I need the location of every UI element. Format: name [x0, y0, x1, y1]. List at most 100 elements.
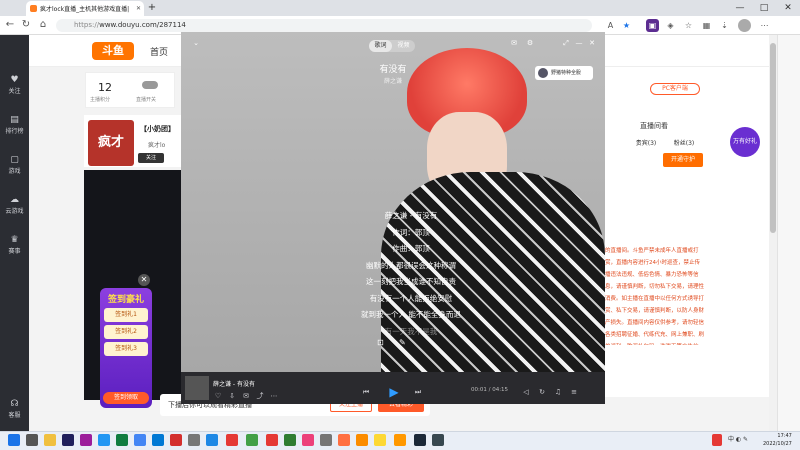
prev-track-button[interactable]: ⏮ [361, 386, 371, 398]
close-window-button[interactable]: ✕ [776, 0, 800, 16]
player-close-icon[interactable]: ✕ [587, 38, 597, 48]
tab-vip[interactable]: 贵宾(3) [632, 137, 660, 151]
excel-icon[interactable] [116, 434, 128, 446]
search-icon[interactable] [26, 434, 38, 446]
nav-home-link[interactable]: 首页 [150, 45, 168, 58]
start-icon[interactable] [8, 434, 20, 446]
collapse-chevron-icon[interactable]: ⌄ [191, 38, 201, 48]
maximize-button[interactable]: □ [752, 0, 776, 16]
mail-icon[interactable]: ✉ [509, 38, 519, 48]
app-icon[interactable] [394, 434, 406, 446]
fullscreen-icon[interactable]: ⤢ [561, 38, 571, 48]
page-scrollbar[interactable] [769, 35, 777, 431]
xbox-icon[interactable] [284, 434, 296, 446]
steam-icon[interactable] [414, 434, 426, 446]
douyu-logo[interactable]: 斗鱼 [92, 42, 134, 60]
share-icon[interactable]: ⊡ [377, 338, 384, 347]
download-song-icon[interactable]: ⇩ [227, 390, 237, 402]
tab-close-icon[interactable]: ✕ [136, 5, 141, 12]
signin-promo-banner[interactable]: 签到豪礼 签到礼1 签到礼2 签到礼3 签到领取 [100, 288, 152, 408]
playlist-icon[interactable]: ≡ [569, 386, 579, 398]
scrollbar-thumb[interactable] [770, 43, 776, 233]
rail-follow[interactable]: ♥ 关注 [0, 74, 29, 102]
play-button[interactable]: ▶ [387, 385, 401, 399]
app-icon[interactable] [206, 434, 218, 446]
translate-icon[interactable]: A [604, 19, 617, 32]
stream-switch-toggle[interactable] [142, 81, 158, 89]
back-arrow-icon[interactable]: ← [3, 18, 17, 32]
follow-text: 野猪特种全服 [551, 70, 582, 76]
sound-effect-icon[interactable]: ♫ [553, 386, 563, 398]
lyrics-video-toggle[interactable]: 歌词 视频 [369, 40, 415, 52]
lyric-line: 薛之谦 - 有没有 [384, 211, 438, 220]
extension-icon[interactable]: ▣ [646, 19, 659, 32]
file-explorer-icon[interactable] [44, 434, 56, 446]
toggle-lyrics[interactable]: 歌词 [369, 40, 392, 52]
tray-app-icon[interactable] [712, 434, 722, 446]
home-icon[interactable]: ⌂ [36, 18, 50, 32]
ad-badge[interactable]: 万有好礼 [730, 127, 760, 157]
rail-game[interactable]: ▢ 游戏 [0, 154, 29, 182]
download-icon[interactable]: ⇣ [718, 19, 731, 32]
album-cover[interactable] [185, 376, 209, 400]
bookmark-star-icon[interactable]: ★ [620, 19, 633, 32]
url-input[interactable]: https://www.douyu.com/287114 [56, 19, 592, 32]
tab-fans[interactable]: 粉丝(3) [670, 137, 698, 151]
chrome-icon[interactable] [134, 434, 146, 446]
streamer-stats-box: 12 主播积分 直播开关 [85, 72, 175, 108]
player-minimize-icon[interactable]: — [574, 38, 584, 48]
lyrics-panel: 薛之谦 - 有没有 作词：郭顶 作曲：郭顶 幽默的人都很误会这种称谓 这一刻把我… [341, 208, 481, 340]
toggle-video[interactable]: 视频 [392, 40, 415, 52]
refresh-icon[interactable]: ↻ [19, 18, 33, 32]
browser-tab[interactable]: 疯才lock直播_主机其他游戏直播| ✕ [26, 1, 144, 16]
app-icon[interactable] [302, 434, 314, 446]
profile-avatar[interactable] [738, 19, 751, 32]
pc-client-button[interactable]: PC客户端 [650, 83, 700, 95]
app-icon[interactable] [170, 434, 182, 446]
edge-icon[interactable] [152, 434, 164, 446]
minimize-button[interactable]: — [728, 0, 752, 16]
tray-icons[interactable]: 中 ◐ ✎ [728, 434, 758, 446]
rail-service[interactable]: ☊ 客服 [0, 398, 29, 426]
more-menu-icon[interactable]: ⋯ [758, 19, 771, 32]
app-icon[interactable] [432, 434, 444, 446]
settings-icon[interactable]: ⚙ [525, 38, 535, 48]
app-icon[interactable] [320, 434, 332, 446]
comment-icon[interactable]: ✉ [241, 390, 251, 402]
app-icon[interactable] [98, 434, 110, 446]
loop-icon[interactable]: ↻ [537, 386, 547, 398]
promo-close-icon[interactable]: ✕ [138, 274, 150, 286]
streamer-avatar[interactable]: 疯才 [88, 120, 134, 166]
next-track-button[interactable]: ⏭ [413, 386, 423, 398]
extension-puzzle-icon[interactable]: ◈ [664, 19, 677, 32]
follow-close-icon[interactable]: ✕ [579, 68, 589, 78]
follow-badge[interactable]: 关注 [138, 153, 164, 163]
app-icon[interactable] [266, 434, 278, 446]
app-icon[interactable] [188, 434, 200, 446]
promo-title: 签到豪礼 [107, 295, 144, 305]
open-guard-button[interactable]: 开通守护 [663, 153, 703, 167]
edit-icon[interactable]: ✎ [399, 338, 406, 347]
promo-row: 签到礼2 [104, 325, 148, 339]
rank-tab[interactable]: 直播间看 [640, 121, 668, 131]
app-icon[interactable] [338, 434, 350, 446]
premiere-icon[interactable] [80, 434, 92, 446]
share-song-icon[interactable]: ⤴ [255, 390, 265, 402]
collections-icon[interactable]: ▦ [700, 19, 713, 32]
rail-rank[interactable]: ▤ 排行榜 [0, 114, 29, 142]
app-icon[interactable] [374, 434, 386, 446]
like-icon[interactable]: ♡ [213, 390, 223, 402]
favorites-icon[interactable]: ☆ [682, 19, 695, 32]
rail-cloud-game[interactable]: ☁ 云游戏 [0, 194, 29, 222]
more-icon[interactable]: ⋯ [269, 390, 279, 402]
trophy-icon: ♛ [10, 235, 19, 245]
app-icon[interactable] [226, 434, 238, 446]
volume-icon[interactable]: ◁ [521, 386, 531, 398]
app-icon[interactable] [246, 434, 258, 446]
photoshop-icon[interactable] [62, 434, 74, 446]
new-tab-button[interactable]: + [147, 2, 157, 13]
system-clock[interactable]: 17:47 2022/10/27 [763, 432, 792, 448]
promo-cta-button[interactable]: 签到领取 [103, 392, 149, 404]
app-icon[interactable] [356, 434, 368, 446]
rail-esports[interactable]: ♛ 赛事 [0, 234, 29, 262]
